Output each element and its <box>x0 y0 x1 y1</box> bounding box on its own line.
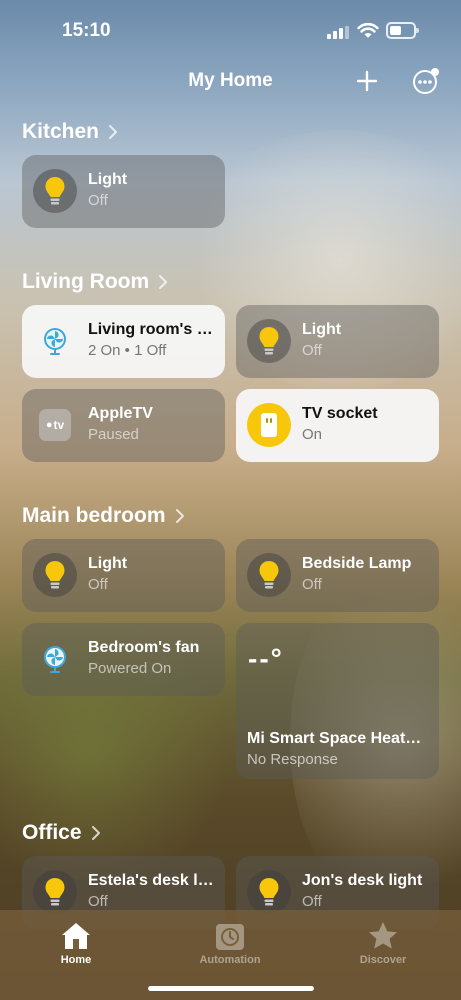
clock-icon <box>216 924 244 950</box>
chevron-right-icon <box>175 509 184 523</box>
device-state: Paused <box>88 426 139 443</box>
tab-label: Automation <box>199 954 261 966</box>
house-icon <box>62 923 90 949</box>
device-tile-bedroom-light[interactable]: Light Off <box>22 539 225 612</box>
fan-icon <box>33 637 77 681</box>
device-state: No Response <box>247 751 338 768</box>
wifi-icon <box>357 22 379 38</box>
device-name: Light <box>88 555 128 572</box>
device-state: Powered On <box>88 660 172 677</box>
star-icon <box>369 922 397 949</box>
device-name: AppleTV <box>88 405 153 422</box>
device-tile-kitchen-light[interactable]: Light Off <box>22 155 225 228</box>
battery-icon <box>386 22 419 39</box>
bulb-icon <box>247 870 291 914</box>
device-state: On <box>302 426 323 443</box>
bulb-icon <box>33 553 77 597</box>
device-name: Light <box>88 171 128 188</box>
status-bar: 15:10 <box>0 0 461 60</box>
device-state: 2 On • 1 Off <box>88 342 167 359</box>
room-header-main-bedroom[interactable]: Main bedroom <box>22 504 188 528</box>
device-name: Estela's desk light <box>88 872 215 889</box>
device-name: Light <box>302 321 342 338</box>
device-state: Off <box>302 342 322 359</box>
device-state: Off <box>88 576 108 593</box>
room-header-kitchen[interactable]: Kitchen <box>22 120 121 144</box>
device-state: Off <box>88 192 108 209</box>
chevron-right-icon <box>109 125 118 139</box>
appletv-icon: ● tv <box>33 403 77 447</box>
tab-label: Home <box>60 954 92 966</box>
room-header-living-room[interactable]: Living Room <box>22 270 171 294</box>
tab-automation[interactable]: Automation <box>175 914 285 966</box>
home-indicator <box>148 986 314 991</box>
device-state: Off <box>88 893 108 910</box>
add-button[interactable] <box>352 66 382 96</box>
device-state: Off <box>302 576 322 593</box>
device-tile-bedside-lamp[interactable]: Bedside Lamp Off <box>236 539 439 612</box>
bulb-icon <box>247 553 291 597</box>
tab-discover[interactable]: Discover <box>328 914 438 966</box>
tab-home[interactable]: Home <box>21 914 131 966</box>
heater-temperature-readout: --° <box>248 643 284 674</box>
tab-label: Discover <box>359 954 407 966</box>
fan-icon <box>33 319 77 363</box>
cellular-signal-icon <box>327 26 349 39</box>
device-name: Jon's desk light <box>302 872 423 889</box>
device-tile-tv-socket[interactable]: TV socket On <box>236 389 439 462</box>
appletv-icon-text: tv <box>53 418 65 432</box>
device-tile-living-room-light[interactable]: Light Off <box>236 305 439 378</box>
page-title: My Home <box>188 70 273 91</box>
device-name: TV socket <box>302 405 378 422</box>
device-name: Living room's fan <box>88 321 215 338</box>
device-name: Bedside Lamp <box>302 555 412 572</box>
nav-bar: My Home <box>0 60 461 106</box>
room-title-living-room: Living Room <box>22 270 150 293</box>
socket-icon <box>247 403 291 447</box>
bulb-icon <box>247 319 291 363</box>
device-tile-living-room-fan[interactable]: Living room's fan 2 On • 1 Off <box>22 305 225 378</box>
device-tile-bedroom-fan[interactable]: Bedroom's fan Powered On <box>22 623 225 696</box>
chevron-right-icon <box>91 826 100 840</box>
chevron-right-icon <box>159 275 168 289</box>
room-header-office[interactable]: Office <box>22 821 104 845</box>
device-tile-appletv[interactable]: ● tv AppleTV Paused <box>22 389 225 462</box>
room-title-main-bedroom: Main bedroom <box>22 504 166 527</box>
bulb-icon <box>33 870 77 914</box>
room-title-kitchen: Kitchen <box>22 120 100 143</box>
device-state: Off <box>302 893 322 910</box>
wallpaper <box>0 0 461 1000</box>
room-title-office: Office <box>22 821 82 844</box>
status-time: 15:10 <box>62 20 111 41</box>
device-tile-space-heater[interactable]: --° Mi Smart Space Heater S No Response <box>236 623 439 779</box>
device-name: Mi Smart Space Heater S <box>247 730 429 747</box>
bulb-icon <box>33 169 77 213</box>
more-options-button[interactable] <box>410 66 440 96</box>
device-name: Bedroom's fan <box>88 639 200 656</box>
